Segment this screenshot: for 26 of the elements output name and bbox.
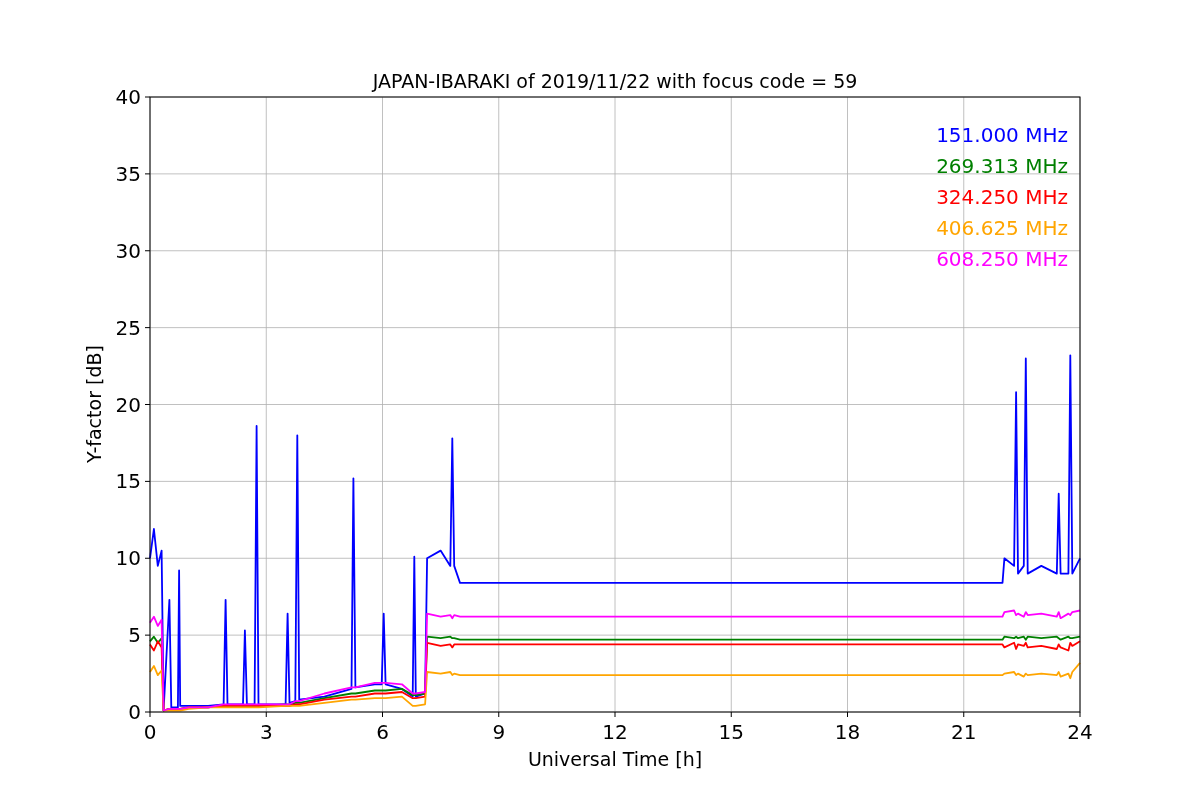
x-tick-label: 15 xyxy=(718,720,744,744)
x-tick-label: 12 xyxy=(602,720,628,744)
x-tick-label: 6 xyxy=(376,720,389,744)
legend-label: 269.313 MHz xyxy=(936,154,1068,178)
chart-title: JAPAN-IBARAKI of 2019/11/22 with focus code = 59 xyxy=(372,70,858,92)
legend-label: 151.000 MHz xyxy=(936,123,1068,147)
x-tick-label: 9 xyxy=(492,720,506,744)
y-tick-label: 40 xyxy=(115,85,141,109)
x-tick-label: 0 xyxy=(143,720,157,744)
legend-label: 406.625 MHz xyxy=(936,216,1068,240)
x-axis-label: Universal Time [h] xyxy=(527,748,703,770)
y-tick-label: 25 xyxy=(115,315,141,340)
y-tick-label: 30 xyxy=(115,238,141,263)
y-axis-label: Y-factor [dB] xyxy=(83,345,105,463)
y-tick-label: 15 xyxy=(115,469,141,494)
y-tick-label: 0 xyxy=(128,700,141,724)
x-tick-label: 18 xyxy=(834,720,861,744)
y-tick-label: 20 xyxy=(115,392,141,417)
x-tick-label: 24 xyxy=(1067,720,1093,744)
legend-label: 608.250 MHz xyxy=(936,247,1068,271)
x-tick-label: 21 xyxy=(951,720,977,744)
y-tick-label: 5 xyxy=(128,623,141,648)
y-tick-label: 10 xyxy=(115,546,141,571)
y-tick-label: 35 xyxy=(115,161,141,186)
legend-label: 324.250 MHz xyxy=(936,185,1068,209)
x-tick-label: 3 xyxy=(259,720,273,744)
